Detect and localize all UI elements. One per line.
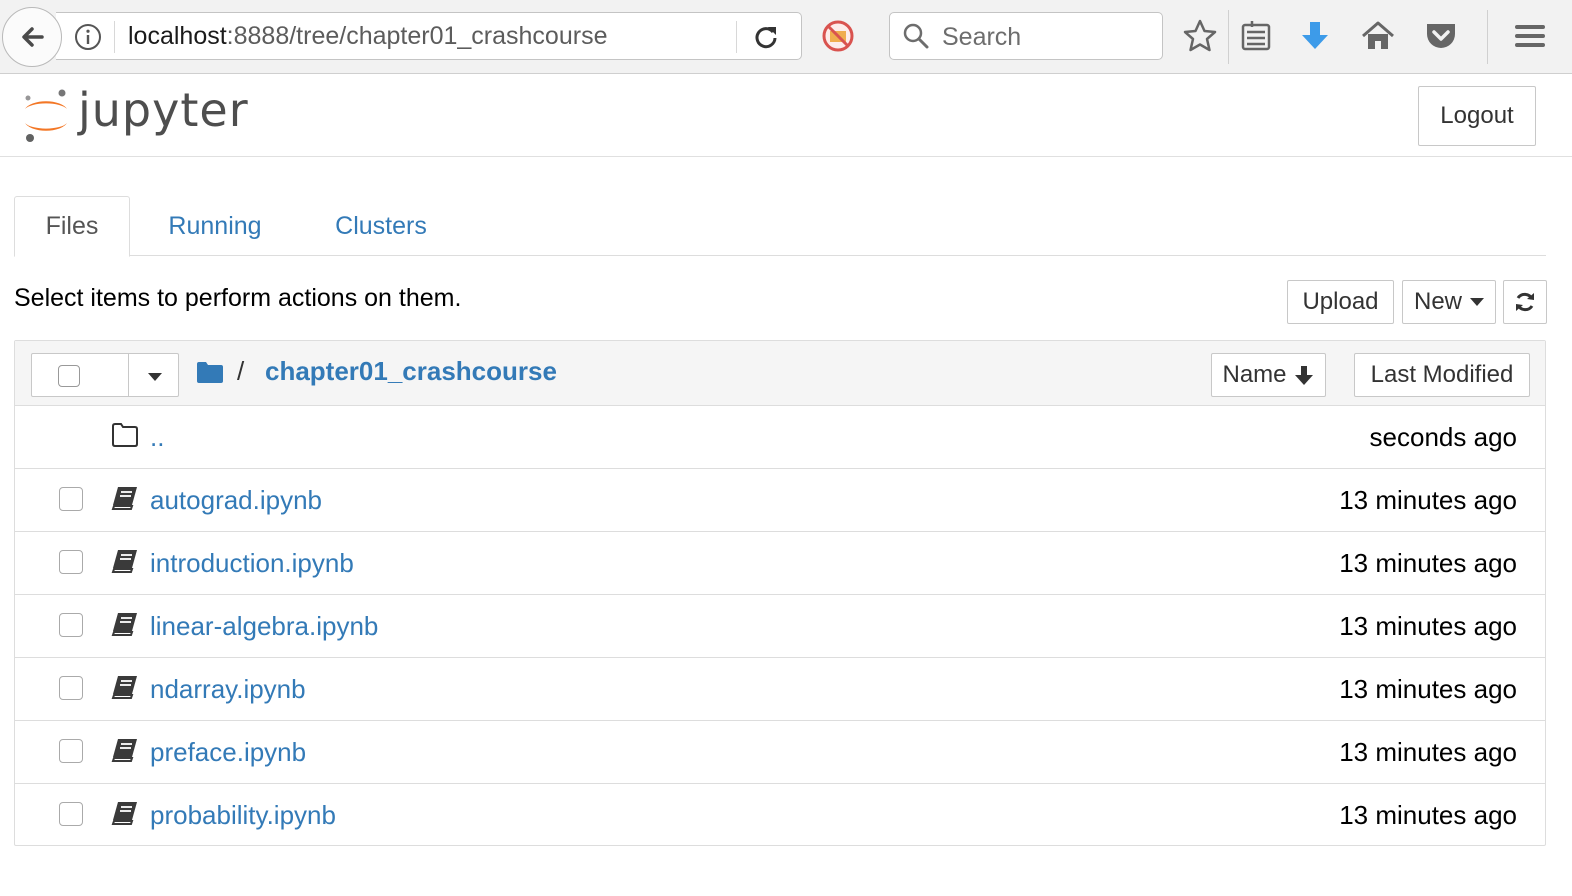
parent-dir-row[interactable]: .. seconds ago bbox=[15, 406, 1545, 469]
notebook-icon bbox=[111, 676, 137, 699]
last-modified: 13 minutes ago bbox=[1339, 737, 1517, 767]
refresh-icon bbox=[1516, 292, 1534, 312]
file-list: / chapter01_crashcourse Name Last Modifi… bbox=[14, 340, 1546, 846]
reload-icon[interactable] bbox=[752, 23, 780, 51]
chevron-down-icon[interactable] bbox=[148, 373, 162, 381]
table-row[interactable]: preface.ipynb 13 minutes ago bbox=[15, 721, 1545, 784]
file-name-link[interactable]: probability.ipynb bbox=[150, 800, 336, 831]
toolbar-divider bbox=[1487, 10, 1488, 64]
selection-hint: Select items to perform actions on them. bbox=[14, 284, 462, 312]
refresh-button[interactable] bbox=[1503, 280, 1547, 324]
info-icon[interactable] bbox=[74, 23, 102, 51]
browser-search-bar[interactable]: Search bbox=[889, 12, 1163, 60]
file-name-link[interactable]: introduction.ipynb bbox=[150, 548, 354, 579]
breadcrumb-separator: / bbox=[237, 356, 245, 386]
notebook-icon bbox=[111, 739, 137, 762]
sort-by-name-button[interactable]: Name bbox=[1211, 353, 1326, 397]
folder-outline-icon bbox=[112, 423, 138, 447]
row-checkbox[interactable] bbox=[59, 739, 83, 763]
last-modified: seconds ago bbox=[1369, 422, 1517, 452]
url-text[interactable]: localhost:8888/tree/chapter01_crashcours… bbox=[128, 22, 607, 51]
parent-dir-link[interactable]: .. bbox=[150, 422, 164, 453]
url-host: localhost bbox=[128, 22, 227, 50]
upload-button[interactable]: Upload bbox=[1287, 280, 1394, 324]
notebook-icon bbox=[111, 802, 137, 825]
arrow-down-icon bbox=[1294, 366, 1313, 385]
notebook-icon bbox=[111, 550, 137, 573]
url-bar[interactable]: localhost:8888/tree/chapter01_crashcours… bbox=[56, 12, 802, 60]
reading-list-icon[interactable] bbox=[1238, 18, 1274, 54]
chevron-down-icon bbox=[1470, 298, 1485, 306]
dropdown-divider bbox=[128, 354, 129, 396]
row-checkbox[interactable] bbox=[59, 613, 83, 637]
url-path: :8888/tree/chapter01_crashcourse bbox=[226, 22, 608, 50]
last-modified: 13 minutes ago bbox=[1339, 485, 1517, 515]
file-name-link[interactable]: autograd.ipynb bbox=[150, 485, 322, 516]
logout-button[interactable]: Logout bbox=[1418, 86, 1536, 146]
notebook-icon bbox=[111, 613, 137, 636]
file-name-link[interactable]: linear-algebra.ipynb bbox=[150, 611, 378, 642]
tab-running[interactable]: Running bbox=[154, 196, 276, 256]
table-row[interactable]: ndarray.ipynb 13 minutes ago bbox=[15, 658, 1545, 721]
last-modified: 13 minutes ago bbox=[1339, 611, 1517, 641]
adblock-icon[interactable] bbox=[820, 18, 856, 54]
new-button[interactable]: New bbox=[1402, 280, 1496, 324]
toolbar-divider bbox=[1228, 10, 1229, 64]
file-name-link[interactable]: ndarray.ipynb bbox=[150, 674, 306, 705]
row-checkbox[interactable] bbox=[59, 676, 83, 700]
file-list-header: / chapter01_crashcourse Name Last Modifi… bbox=[15, 341, 1545, 406]
jupyter-logo-text[interactable]: jupyter bbox=[78, 83, 249, 137]
select-all-checkbox[interactable] bbox=[58, 365, 80, 387]
pocket-icon[interactable] bbox=[1423, 18, 1459, 54]
new-button-label: New bbox=[1414, 288, 1463, 315]
notebook-icon bbox=[111, 487, 137, 510]
folder-icon[interactable] bbox=[197, 361, 223, 383]
browser-toolbar: localhost:8888/tree/chapter01_crashcours… bbox=[0, 0, 1572, 74]
search-icon bbox=[903, 23, 929, 49]
main-tabs: Files Running Clusters bbox=[14, 196, 1546, 257]
bookmark-star-icon[interactable] bbox=[1182, 18, 1218, 54]
breadcrumb-current-dir[interactable]: chapter01_crashcourse bbox=[265, 356, 557, 387]
table-row[interactable]: introduction.ipynb 13 minutes ago bbox=[15, 532, 1545, 595]
last-modified: 13 minutes ago bbox=[1339, 800, 1517, 830]
download-icon[interactable] bbox=[1297, 18, 1333, 54]
file-name-link[interactable]: preface.ipynb bbox=[150, 737, 306, 768]
url-divider-right bbox=[736, 21, 737, 53]
sort-name-label: Name bbox=[1222, 361, 1287, 388]
jupyter-logo-icon[interactable] bbox=[20, 85, 72, 145]
browser-search-placeholder: Search bbox=[942, 23, 1022, 51]
url-divider bbox=[114, 21, 115, 53]
row-checkbox[interactable] bbox=[59, 487, 83, 511]
table-row[interactable]: linear-algebra.ipynb 13 minutes ago bbox=[15, 595, 1545, 658]
table-row[interactable]: autograd.ipynb 13 minutes ago bbox=[15, 469, 1545, 532]
jupyter-header: jupyter Logout bbox=[0, 75, 1572, 157]
menu-icon[interactable] bbox=[1512, 18, 1548, 54]
select-all-dropdown[interactable] bbox=[31, 353, 179, 397]
last-modified: 13 minutes ago bbox=[1339, 548, 1517, 578]
back-button[interactable] bbox=[2, 7, 62, 67]
table-row[interactable]: probability.ipynb 13 minutes ago bbox=[15, 784, 1545, 847]
back-arrow-icon bbox=[22, 27, 44, 47]
tab-files[interactable]: Files bbox=[14, 196, 130, 257]
home-icon[interactable] bbox=[1360, 18, 1396, 54]
sort-by-modified-button[interactable]: Last Modified bbox=[1354, 353, 1530, 397]
row-checkbox[interactable] bbox=[59, 802, 83, 826]
row-checkbox[interactable] bbox=[59, 550, 83, 574]
tab-clusters[interactable]: Clusters bbox=[316, 196, 446, 256]
last-modified: 13 minutes ago bbox=[1339, 674, 1517, 704]
